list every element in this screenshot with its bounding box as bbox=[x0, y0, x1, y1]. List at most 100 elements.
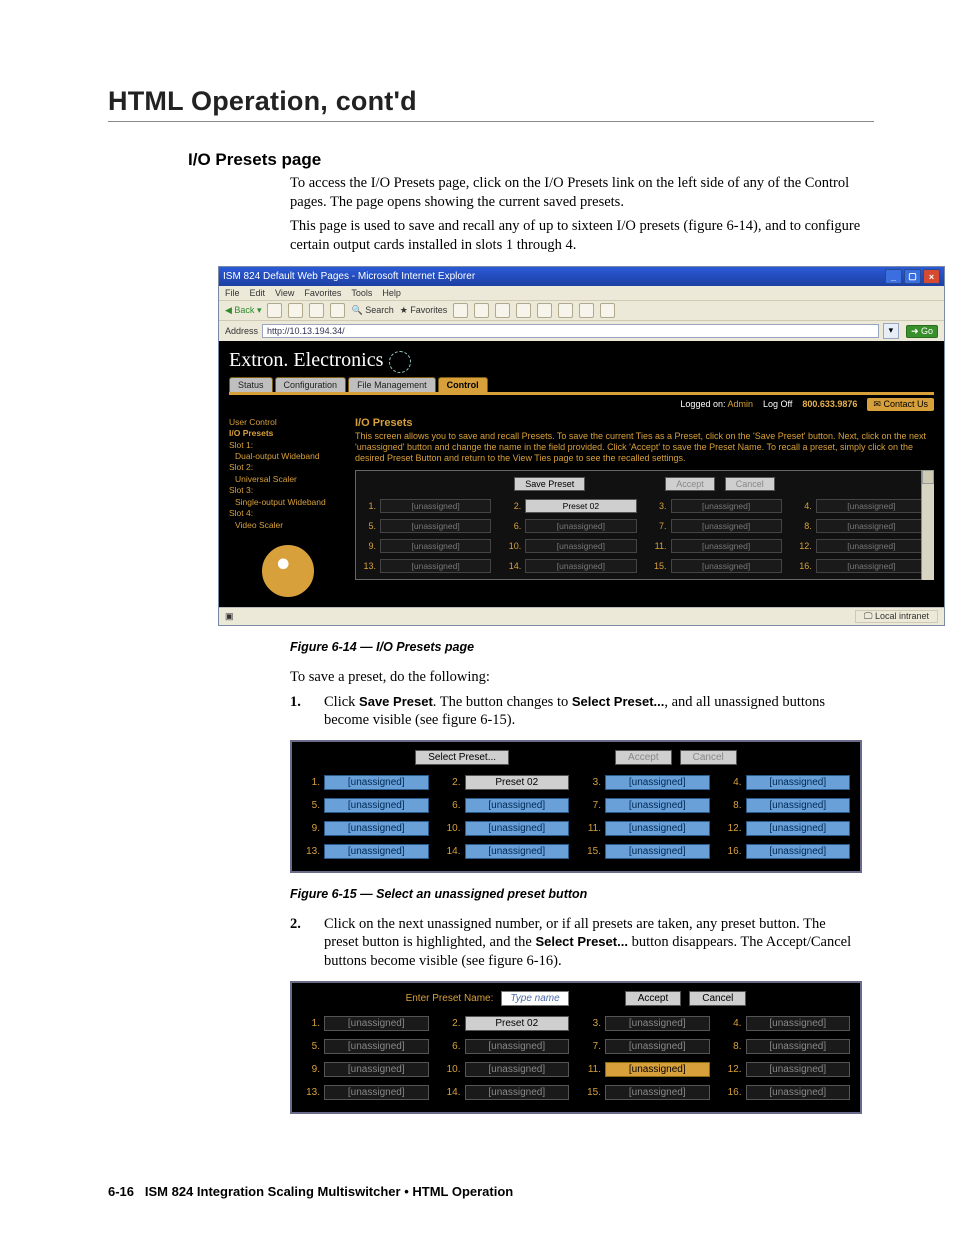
logged-on-label: Logged on: bbox=[680, 399, 725, 409]
media-icon[interactable] bbox=[453, 303, 468, 318]
preset-button-6[interactable]: [unassigned] bbox=[465, 798, 570, 813]
preset-button-11[interactable]: [unassigned] bbox=[605, 1062, 710, 1077]
preset-button-5[interactable]: [unassigned] bbox=[380, 519, 491, 533]
menu-item-file[interactable]: File bbox=[225, 288, 240, 298]
preset-button-13[interactable]: [unassigned] bbox=[324, 844, 429, 859]
sidebar-item[interactable]: Slot 3: bbox=[229, 485, 347, 496]
preset-button-14[interactable]: [unassigned] bbox=[465, 1085, 570, 1100]
preset-button-8[interactable]: [unassigned] bbox=[746, 798, 851, 813]
preset-button-14[interactable]: [unassigned] bbox=[465, 844, 570, 859]
history-icon[interactable] bbox=[474, 303, 489, 318]
discuss-icon[interactable] bbox=[558, 303, 573, 318]
preset-button-16[interactable]: [unassigned] bbox=[746, 1085, 851, 1100]
preset-button-4[interactable]: [unassigned] bbox=[746, 1016, 851, 1031]
preset-button-13[interactable]: [unassigned] bbox=[324, 1085, 429, 1100]
go-button[interactable]: ➜ Go bbox=[906, 325, 938, 338]
contact-us-button[interactable]: ✉ Contact Us bbox=[867, 398, 934, 411]
preset-button-10[interactable]: [unassigned] bbox=[465, 821, 570, 836]
research-icon[interactable] bbox=[579, 303, 594, 318]
search-button[interactable]: 🔍 Search bbox=[351, 305, 393, 316]
preset-button-7[interactable]: [unassigned] bbox=[605, 798, 710, 813]
address-dropdown-icon[interactable]: ▾ bbox=[883, 323, 899, 339]
preset-button-13[interactable]: [unassigned] bbox=[380, 559, 491, 573]
preset-button-16[interactable]: [unassigned] bbox=[816, 559, 927, 573]
menu-item-edit[interactable]: Edit bbox=[250, 288, 266, 298]
sidebar-item[interactable]: Slot 2: bbox=[229, 462, 347, 473]
preset-button-12[interactable]: [unassigned] bbox=[746, 821, 851, 836]
tab-status[interactable]: Status bbox=[229, 377, 273, 392]
preset-button-8[interactable]: [unassigned] bbox=[746, 1039, 851, 1054]
preset-cell: 8.[unassigned] bbox=[724, 798, 851, 813]
preset-button-3[interactable]: [unassigned] bbox=[605, 775, 710, 790]
preset-button-14[interactable]: [unassigned] bbox=[525, 559, 636, 573]
preset-button-2[interactable]: Preset 02 bbox=[525, 499, 636, 513]
preset-button-10[interactable]: [unassigned] bbox=[465, 1062, 570, 1077]
scrollbar[interactable] bbox=[921, 470, 934, 580]
refresh-icon[interactable] bbox=[309, 303, 324, 318]
preset-button-15[interactable]: [unassigned] bbox=[605, 1085, 710, 1100]
maximize-icon[interactable]: ▢ bbox=[904, 269, 921, 284]
preset-name-input[interactable]: Type name bbox=[501, 991, 568, 1006]
sidebar-item[interactable]: Dual-output Wideband bbox=[235, 451, 347, 462]
preset-button-4[interactable]: [unassigned] bbox=[816, 499, 927, 513]
preset-button-2[interactable]: Preset 02 bbox=[465, 1016, 570, 1031]
preset-button-5[interactable]: [unassigned] bbox=[324, 1039, 429, 1054]
preset-button-11[interactable]: [unassigned] bbox=[605, 821, 710, 836]
preset-button-16[interactable]: [unassigned] bbox=[746, 844, 851, 859]
preset-button-12[interactable]: [unassigned] bbox=[816, 539, 927, 553]
print-icon[interactable] bbox=[516, 303, 531, 318]
preset-button-3[interactable]: [unassigned] bbox=[671, 499, 782, 513]
forward-icon[interactable] bbox=[267, 303, 282, 318]
sidebar-item[interactable]: I/O Presets bbox=[229, 428, 347, 439]
sidebar-item[interactable]: User Control bbox=[229, 417, 347, 428]
tab-control[interactable]: Control bbox=[438, 377, 488, 392]
save-preset-button[interactable]: Save Preset bbox=[514, 477, 585, 491]
preset-button-6[interactable]: [unassigned] bbox=[465, 1039, 570, 1054]
preset-button-7[interactable]: [unassigned] bbox=[605, 1039, 710, 1054]
preset-button-5[interactable]: [unassigned] bbox=[324, 798, 429, 813]
preset-button-9[interactable]: [unassigned] bbox=[380, 539, 491, 553]
menu-item-view[interactable]: View bbox=[275, 288, 294, 298]
sidebar-item[interactable]: Universal Scaler bbox=[235, 474, 347, 485]
edit-icon[interactable] bbox=[537, 303, 552, 318]
select-preset-button[interactable]: Select Preset... bbox=[415, 750, 509, 765]
preset-button-8[interactable]: [unassigned] bbox=[816, 519, 927, 533]
menu-item-favorites[interactable]: Favorites bbox=[304, 288, 341, 298]
sidebar-item[interactable]: Slot 1: bbox=[229, 440, 347, 451]
favorites-button[interactable]: ★ Favorites bbox=[400, 305, 448, 316]
preset-button-15[interactable]: [unassigned] bbox=[605, 844, 710, 859]
address-field[interactable]: http://10.13.194.34/ bbox=[262, 324, 879, 338]
preset-button-7[interactable]: [unassigned] bbox=[671, 519, 782, 533]
sidebar-item[interactable]: Video Scaler bbox=[235, 520, 347, 531]
sidebar-item[interactable]: Single-output Wideband bbox=[235, 497, 347, 508]
close-icon[interactable]: × bbox=[923, 269, 940, 284]
preset-button-1[interactable]: [unassigned] bbox=[380, 499, 491, 513]
preset-button-10[interactable]: [unassigned] bbox=[525, 539, 636, 553]
mail-icon[interactable] bbox=[495, 303, 510, 318]
preset-button-12[interactable]: [unassigned] bbox=[746, 1062, 851, 1077]
tab-configuration[interactable]: Configuration bbox=[275, 377, 347, 392]
log-off-link[interactable]: Log Off bbox=[763, 399, 792, 409]
messenger-icon[interactable] bbox=[600, 303, 615, 318]
preset-cell: 4.[unassigned] bbox=[724, 775, 851, 790]
preset-button-1[interactable]: [unassigned] bbox=[324, 1016, 429, 1031]
menu-item-tools[interactable]: Tools bbox=[351, 288, 372, 298]
preset-button-11[interactable]: [unassigned] bbox=[671, 539, 782, 553]
preset-button-9[interactable]: [unassigned] bbox=[324, 821, 429, 836]
cancel-button[interactable]: Cancel bbox=[689, 991, 746, 1006]
stop-icon[interactable] bbox=[288, 303, 303, 318]
tab-file management[interactable]: File Management bbox=[348, 377, 436, 392]
menu-item-help[interactable]: Help bbox=[382, 288, 401, 298]
sidebar-item[interactable]: Slot 4: bbox=[229, 508, 347, 519]
preset-button-4[interactable]: [unassigned] bbox=[746, 775, 851, 790]
back-button[interactable]: ◀ Back ▾ bbox=[225, 305, 261, 316]
preset-button-1[interactable]: [unassigned] bbox=[324, 775, 429, 790]
home-icon[interactable] bbox=[330, 303, 345, 318]
preset-button-2[interactable]: Preset 02 bbox=[465, 775, 570, 790]
preset-button-15[interactable]: [unassigned] bbox=[671, 559, 782, 573]
minimize-icon[interactable]: _ bbox=[885, 269, 902, 284]
preset-button-9[interactable]: [unassigned] bbox=[324, 1062, 429, 1077]
preset-button-3[interactable]: [unassigned] bbox=[605, 1016, 710, 1031]
accept-button[interactable]: Accept bbox=[625, 991, 682, 1006]
preset-button-6[interactable]: [unassigned] bbox=[525, 519, 636, 533]
